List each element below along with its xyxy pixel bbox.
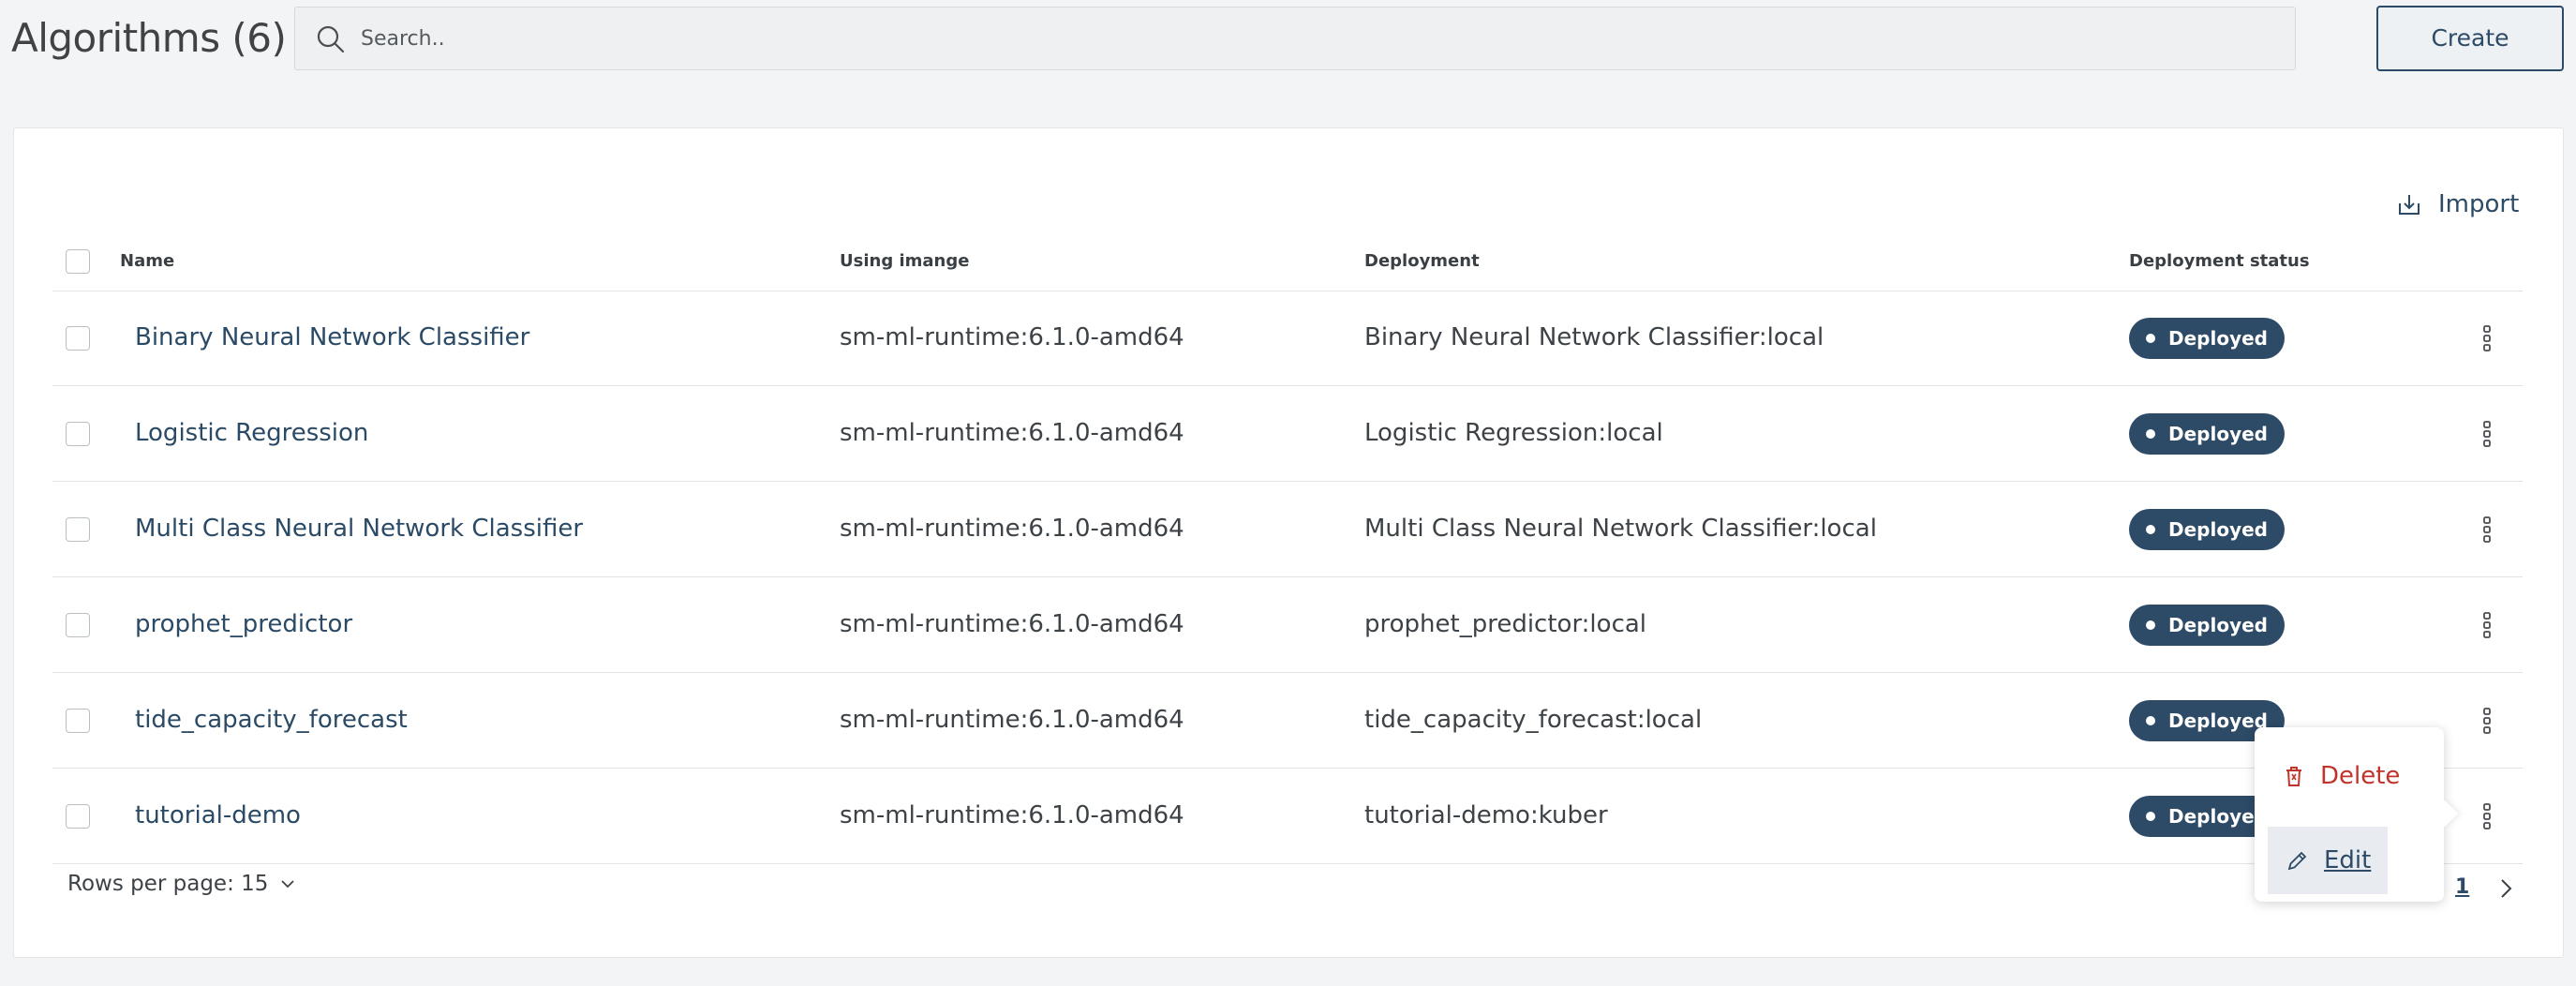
table-row: tide_capacity_forecast sm-ml-runtime:6.1… [52,673,2523,769]
deployment-cell: Logistic Regression:local [1364,419,1663,447]
pencil-icon [2287,851,2307,871]
row-checkbox[interactable] [66,326,90,351]
edit-menu-item[interactable]: Edit [2268,827,2389,894]
column-header-status: Deployment status [2129,251,2310,271]
status-dot-icon [2146,525,2155,534]
column-header-deployment: Deployment [1364,251,1480,271]
table-row: tutorial-demo sm-ml-runtime:6.1.0-amd64 … [52,769,2523,864]
status-label: Deployed [2168,327,2268,350]
status-dot-icon [2146,812,2155,821]
search-icon [317,25,345,53]
image-cell: sm-ml-runtime:6.1.0-amd64 [840,515,1184,543]
table-row: Multi Class Neural Network Classifier sm… [52,482,2523,577]
row-checkbox[interactable] [66,613,90,637]
algorithm-name-link[interactable]: Logistic Regression [135,386,368,480]
row-checkbox[interactable] [66,804,90,829]
more-vertical-icon [2483,325,2491,351]
trash-icon [2286,767,2301,786]
status-dot-icon [2146,716,2155,725]
deployment-cell: tutorial-demo:kuber [1364,801,1608,829]
status-badge: Deployed [2129,605,2285,646]
create-button[interactable]: Create [2376,6,2564,71]
chevron-right-icon[interactable] [2493,875,2519,902]
status-label: Deployed [2168,614,2268,636]
more-vertical-icon [2483,421,2491,447]
status-badge: Deployed [2129,318,2285,359]
status-label: Deployed [2168,710,2268,732]
deployment-cell: prophet_predictor:local [1364,610,1647,638]
more-vertical-icon [2483,516,2491,543]
rows-per-page-label: Rows per page: 15 [67,872,269,896]
table-row: Logistic Regression sm-ml-runtime:6.1.0-… [52,386,2523,482]
row-actions-button[interactable] [2470,799,2504,834]
algorithm-name-link[interactable]: Multi Class Neural Network Classifier [135,482,583,575]
table-row: Binary Neural Network Classifier sm-ml-r… [52,291,2523,386]
image-cell: sm-ml-runtime:6.1.0-amd64 [840,610,1184,638]
import-button[interactable]: Import [2395,186,2519,223]
rows-per-page-select[interactable]: Rows per page: 15 [67,872,298,896]
row-checkbox[interactable] [66,709,90,733]
import-label: Import [2438,190,2520,218]
column-header-image: Using imange [840,251,970,271]
image-cell: sm-ml-runtime:6.1.0-amd64 [840,801,1184,829]
algorithm-name-link[interactable]: Binary Neural Network Classifier [135,291,529,384]
image-cell: sm-ml-runtime:6.1.0-amd64 [840,706,1184,734]
deployment-cell: Multi Class Neural Network Classifier:lo… [1364,515,1877,543]
row-actions-button[interactable] [2470,416,2504,452]
search-box[interactable] [294,7,2296,70]
row-actions-button[interactable] [2470,703,2504,739]
more-vertical-icon [2483,708,2491,734]
image-cell: sm-ml-runtime:6.1.0-amd64 [840,419,1184,447]
row-actions-button[interactable] [2470,321,2504,356]
row-actions-menu: Delete Edit [2255,727,2444,902]
search-input[interactable] [359,7,2237,69]
deployment-cell: tide_capacity_forecast:local [1364,706,1703,734]
deployment-cell: Binary Neural Network Classifier:local [1364,323,1824,351]
delete-label: Delete [2320,762,2401,790]
more-vertical-icon [2483,803,2491,829]
import-icon [2399,195,2420,215]
algorithm-name-link[interactable]: prophet_predictor [135,577,352,671]
status-badge: Deployed [2129,413,2285,455]
status-dot-icon [2146,620,2155,630]
status-dot-icon [2146,334,2155,343]
row-checkbox[interactable] [66,517,90,542]
page-title: Algorithms (6) [11,15,287,61]
top-bar: Algorithms (6) Create [0,0,2576,84]
algorithm-name-link[interactable]: tide_capacity_forecast [135,673,408,767]
select-all-checkbox[interactable] [66,249,90,274]
status-label: Deployed [2168,518,2268,541]
page-number-current[interactable]: 1 [2455,875,2469,899]
row-actions-button[interactable] [2470,512,2504,547]
row-checkbox[interactable] [66,422,90,446]
more-vertical-icon [2483,612,2491,638]
status-dot-icon [2146,429,2155,439]
table-header: Name Using imange Deployment Deployment … [52,246,2523,291]
status-badge: Deployed [2129,509,2285,550]
status-label: Deployed [2168,423,2268,445]
column-header-name: Name [120,251,175,271]
algorithm-name-link[interactable]: tutorial-demo [135,769,301,862]
table-row: prophet_predictor sm-ml-runtime:6.1.0-am… [52,577,2523,673]
status-label: Deployed [2168,805,2268,828]
image-cell: sm-ml-runtime:6.1.0-amd64 [840,323,1184,351]
delete-menu-item[interactable]: Delete [2268,748,2413,804]
chevron-down-icon [281,880,295,889]
edit-label: Edit [2324,846,2372,874]
row-actions-button[interactable] [2470,607,2504,643]
